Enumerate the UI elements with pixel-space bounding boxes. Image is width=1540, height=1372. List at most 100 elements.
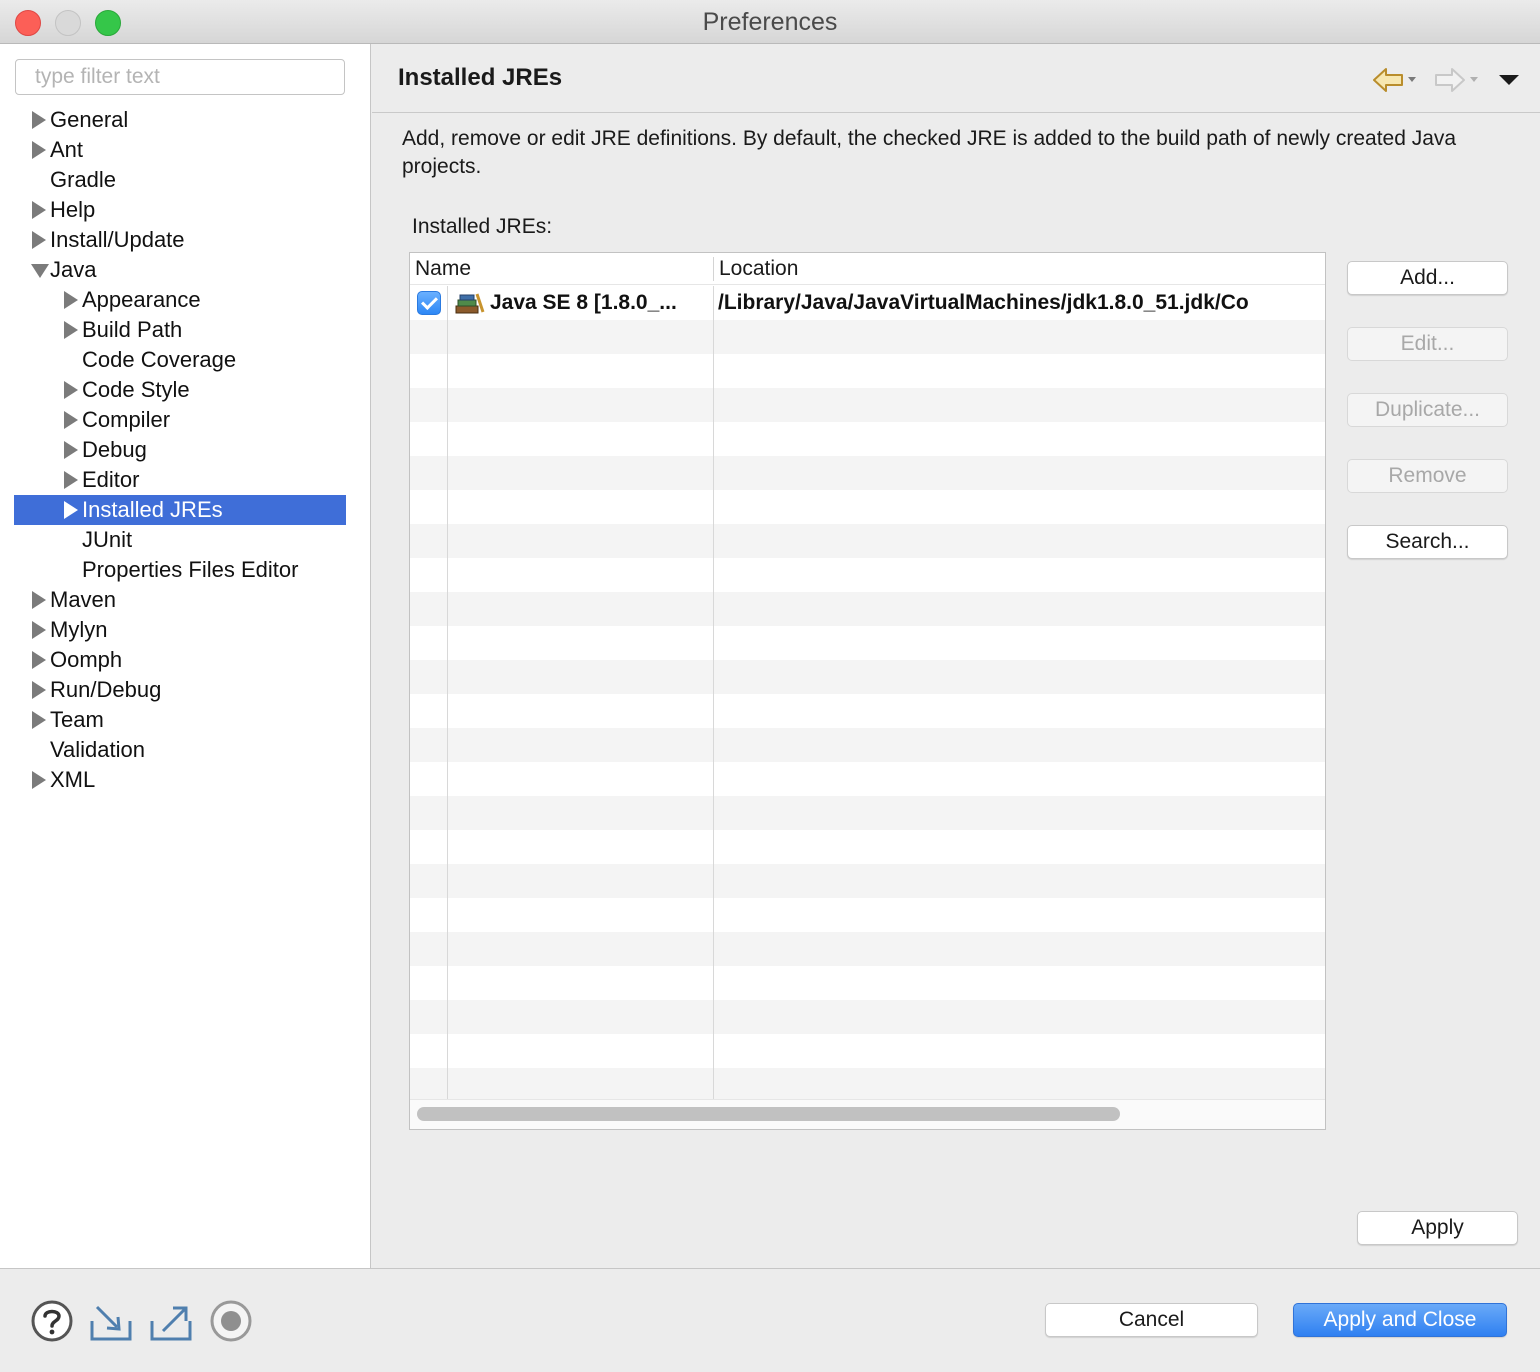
help-icon[interactable]: [30, 1299, 74, 1343]
expand-right-icon[interactable]: [63, 435, 81, 465]
expand-right-icon[interactable]: [31, 585, 49, 615]
table-row: [410, 660, 1325, 694]
expand-right-icon[interactable]: [31, 225, 49, 255]
apply-and-close-button[interactable]: Apply and Close: [1293, 1303, 1507, 1337]
expand-right-icon[interactable]: [63, 465, 81, 495]
apply-button[interactable]: Apply: [1357, 1211, 1518, 1245]
edit-jre-button[interactable]: Edit...: [1347, 327, 1508, 361]
tree-item-label: Validation: [50, 737, 145, 762]
expand-right-icon[interactable]: [31, 705, 49, 735]
table-row: [410, 728, 1325, 762]
expand-right-icon[interactable]: [63, 405, 81, 435]
page-description: Add, remove or edit JRE definitions. By …: [402, 127, 1457, 178]
table-row: [410, 864, 1325, 898]
table-row: [410, 490, 1325, 524]
page-title: Installed JREs: [398, 64, 563, 91]
column-line: [447, 286, 448, 1099]
tree-item-general[interactable]: General: [0, 105, 371, 135]
installed-jres-label: Installed JREs:: [412, 215, 553, 238]
dialog-footer: Cancel Apply and Close: [0, 1268, 1540, 1372]
tree-item-label: Code Coverage: [82, 347, 237, 372]
tree-item-compiler[interactable]: Compiler: [0, 405, 371, 435]
table-row: [410, 694, 1325, 728]
expand-right-icon[interactable]: [63, 285, 81, 315]
tree-item-label: Gradle: [50, 167, 117, 192]
add-jre-button[interactable]: Add...: [1347, 261, 1508, 295]
expand-right-icon[interactable]: [31, 105, 49, 135]
table-row: [410, 422, 1325, 456]
tree-item-junit[interactable]: JUnit: [0, 525, 371, 555]
tree-item-oomph[interactable]: Oomph: [0, 645, 371, 675]
view-menu-icon[interactable]: [1498, 66, 1520, 94]
column-header-name[interactable]: Name: [415, 253, 471, 285]
forward-arrow-icon[interactable]: [1434, 66, 1480, 94]
tree-item-label: Properties Files Editor: [82, 557, 299, 582]
scrollbar-thumb[interactable]: [417, 1107, 1120, 1121]
expand-right-icon[interactable]: [31, 615, 49, 645]
back-arrow-icon[interactable]: [1372, 66, 1418, 94]
tree-item-label: Oomph: [50, 647, 123, 672]
table-row: [410, 1034, 1325, 1068]
expand-right-icon[interactable]: [63, 495, 81, 525]
jre-name-cell: Java SE 8 [1.8.0_...: [490, 291, 677, 314]
search-jre-button[interactable]: Search...: [1347, 525, 1508, 559]
tree-item-editor[interactable]: Editor: [0, 465, 371, 495]
tree-item-label: Build Path: [82, 317, 183, 342]
cancel-button[interactable]: Cancel: [1045, 1303, 1258, 1337]
expand-down-icon[interactable]: [31, 255, 49, 285]
tree-item-label: Maven: [50, 587, 117, 612]
table-row: [410, 456, 1325, 490]
tree-item-installed-jres[interactable]: Installed JREs: [14, 495, 346, 525]
tree-item-install-update[interactable]: Install/Update: [0, 225, 371, 255]
tree-item-help[interactable]: Help: [0, 195, 371, 225]
remove-jre-button[interactable]: Remove: [1347, 459, 1508, 493]
tree-item-xml[interactable]: XML: [0, 765, 371, 795]
expand-right-icon[interactable]: [31, 135, 49, 165]
horizontal-scrollbar[interactable]: [410, 1099, 1325, 1129]
tree-item-label: Ant: [50, 137, 84, 162]
expand-right-icon[interactable]: [31, 675, 49, 705]
tree-item-ant[interactable]: Ant: [0, 135, 371, 165]
tree-item-java[interactable]: Java: [0, 255, 371, 285]
tree-item-validation[interactable]: Validation: [0, 735, 371, 765]
tree-item-code-coverage[interactable]: Code Coverage: [0, 345, 371, 375]
table-row: [410, 626, 1325, 660]
tree-item-label: Editor: [82, 467, 140, 492]
table-row: [410, 898, 1325, 932]
tree-item-properties-files-editor[interactable]: Properties Files Editor: [0, 555, 371, 585]
tree-item-maven[interactable]: Maven: [0, 585, 371, 615]
expand-right-icon[interactable]: [31, 645, 49, 675]
expand-right-icon[interactable]: [63, 315, 81, 345]
column-header-location[interactable]: Location: [719, 253, 798, 285]
table-row: [410, 524, 1325, 558]
installed-jres-table: Name Location Java SE 8 [1.8.0_... /Libra…: [409, 252, 1326, 1130]
record-icon[interactable]: [209, 1299, 253, 1343]
export-icon[interactable]: [149, 1299, 193, 1343]
table-row: [410, 388, 1325, 422]
tree-item-appearance[interactable]: Appearance: [0, 285, 371, 315]
tree-item-code-style[interactable]: Code Style: [0, 375, 371, 405]
table-row[interactable]: Java SE 8 [1.8.0_... /Library/Java/JavaVi…: [410, 286, 1325, 320]
tree-item-mylyn[interactable]: Mylyn: [0, 615, 371, 645]
tree-item-label: Appearance: [82, 287, 201, 312]
tree-item-run-debug[interactable]: Run/Debug: [0, 675, 371, 705]
table-row: [410, 354, 1325, 388]
tree-item-build-path[interactable]: Build Path: [0, 315, 371, 345]
column-divider[interactable]: [713, 257, 714, 281]
duplicate-jre-button[interactable]: Duplicate...: [1347, 393, 1508, 427]
table-row: [410, 830, 1325, 864]
table-row: [410, 558, 1325, 592]
expand-right-icon[interactable]: [31, 195, 49, 225]
tree-item-label: Install/Update: [50, 227, 185, 252]
default-jre-checkbox[interactable]: [417, 291, 441, 315]
tree-item-gradle[interactable]: Gradle: [0, 165, 371, 195]
expand-right-icon[interactable]: [63, 375, 81, 405]
tree-item-team[interactable]: Team: [0, 705, 371, 735]
filter-input[interactable]: [15, 59, 345, 95]
tree-item-label: Mylyn: [50, 617, 108, 642]
table-row: [410, 796, 1325, 830]
tree-item-debug[interactable]: Debug: [0, 435, 371, 465]
preferences-sidebar: General Ant Gradle Help Install/Update Java Ap…: [0, 44, 371, 1268]
expand-right-icon[interactable]: [31, 765, 49, 795]
import-icon[interactable]: [89, 1299, 133, 1343]
